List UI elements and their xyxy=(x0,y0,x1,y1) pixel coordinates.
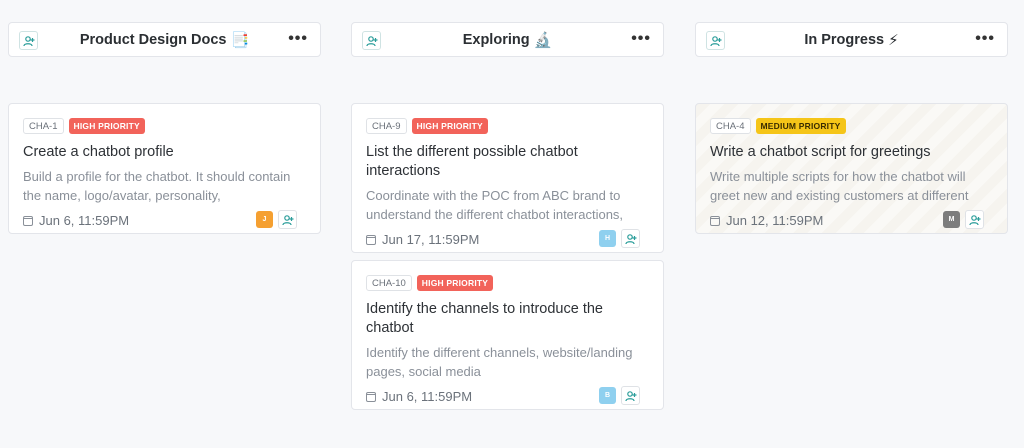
microscope-icon: 🔬 xyxy=(533,30,553,49)
add-user-icon xyxy=(22,35,34,46)
more-options-button[interactable]: ••• xyxy=(631,31,651,47)
column-exploring: Exploring 🔬 ••• xyxy=(351,22,664,57)
task-id-badge: CHA-10 xyxy=(366,275,412,291)
column-title: Exploring 🔬 xyxy=(463,31,553,49)
column-header: In Progress ⚡ ••• xyxy=(695,22,1008,57)
calendar-icon xyxy=(366,391,376,402)
calendar-icon xyxy=(23,215,33,226)
column-in-progress: In Progress ⚡ ••• xyxy=(695,22,1008,57)
priority-badge: MEDIUM PRIORITY xyxy=(755,118,846,134)
column-title: In Progress ⚡ xyxy=(804,31,898,49)
card-description: Write multiple scripts for how the chatb… xyxy=(710,169,969,203)
due-date: Jun 17, 11:59PM xyxy=(366,232,479,247)
assign-user-button[interactable] xyxy=(965,210,984,229)
task-card[interactable]: CHA-1 HIGH PRIORITY Create a chatbot pro… xyxy=(8,103,321,234)
card-title: Identify the channels to introduce the c… xyxy=(366,301,603,336)
avatar[interactable]: H xyxy=(599,230,616,247)
task-card[interactable]: CHA-9 HIGH PRIORITY List the different p… xyxy=(351,103,664,253)
document-icon: 📑 xyxy=(230,30,250,49)
column-title-text: Product Design Docs xyxy=(79,31,227,48)
avatar[interactable]: B xyxy=(599,387,616,404)
avatar[interactable]: M xyxy=(943,211,960,228)
card-title: Create a chatbot profile xyxy=(23,144,174,160)
due-date-text: Jun 12, 11:59PM xyxy=(726,213,824,228)
card-title: List the different possible chatbot inte… xyxy=(366,144,578,179)
due-date: Jun 12, 11:59PM xyxy=(710,213,823,228)
add-user-icon xyxy=(365,35,377,46)
column-title: Product Design Docs 📑 xyxy=(80,31,249,49)
more-options-button[interactable]: ••• xyxy=(975,31,995,47)
add-member-button[interactable] xyxy=(706,31,725,50)
due-date-text: Jun 6, 11:59PM xyxy=(382,389,473,404)
task-card[interactable]: CHA-10 HIGH PRIORITY Identify the channe… xyxy=(351,260,664,410)
due-date: Jun 6, 11:59PM xyxy=(366,389,472,404)
add-user-icon xyxy=(968,214,980,225)
add-user-icon xyxy=(624,233,636,244)
due-date-text: Jun 6, 11:59PM xyxy=(39,213,130,228)
calendar-icon xyxy=(710,215,720,226)
add-user-icon xyxy=(624,390,636,401)
due-date: Jun 6, 11:59PM xyxy=(23,213,129,228)
column-header: Product Design Docs 📑 ••• xyxy=(8,22,321,57)
due-date-text: Jun 17, 11:59PM xyxy=(382,232,480,247)
card-description: Identify the different channels, website… xyxy=(366,345,633,379)
avatar[interactable]: J xyxy=(256,211,273,228)
priority-badge: HIGH PRIORITY xyxy=(68,118,145,134)
calendar-icon xyxy=(366,234,376,245)
add-member-button[interactable] xyxy=(19,31,38,50)
card-title: Write a chatbot script for greetings xyxy=(710,144,931,160)
assign-user-button[interactable] xyxy=(621,386,640,405)
assign-user-button[interactable] xyxy=(278,210,297,229)
priority-badge: HIGH PRIORITY xyxy=(411,118,488,134)
task-id-badge: CHA-4 xyxy=(710,118,751,134)
card-description: Build a profile for the chatbot. It shou… xyxy=(23,169,291,203)
add-user-icon xyxy=(709,35,721,46)
task-id-badge: CHA-9 xyxy=(366,118,407,134)
column-title-text: Exploring xyxy=(462,31,530,48)
assign-user-button[interactable] xyxy=(621,229,640,248)
priority-badge: HIGH PRIORITY xyxy=(416,275,494,291)
lightning-icon: ⚡ xyxy=(888,30,899,49)
card-description: Coordinate with the POC from ABC brand t… xyxy=(366,188,624,222)
more-options-button[interactable]: ••• xyxy=(288,31,308,47)
task-id-badge: CHA-1 xyxy=(23,118,64,134)
add-member-button[interactable] xyxy=(362,31,381,50)
task-card[interactable]: CHA-4 MEDIUM PRIORITY Write a chatbot sc… xyxy=(695,103,1008,234)
add-user-icon xyxy=(281,214,293,225)
column-header: Exploring 🔬 ••• xyxy=(351,22,664,57)
column-title-text: In Progress xyxy=(804,31,885,48)
column-product-design-docs: Product Design Docs 📑 ••• xyxy=(8,22,321,57)
